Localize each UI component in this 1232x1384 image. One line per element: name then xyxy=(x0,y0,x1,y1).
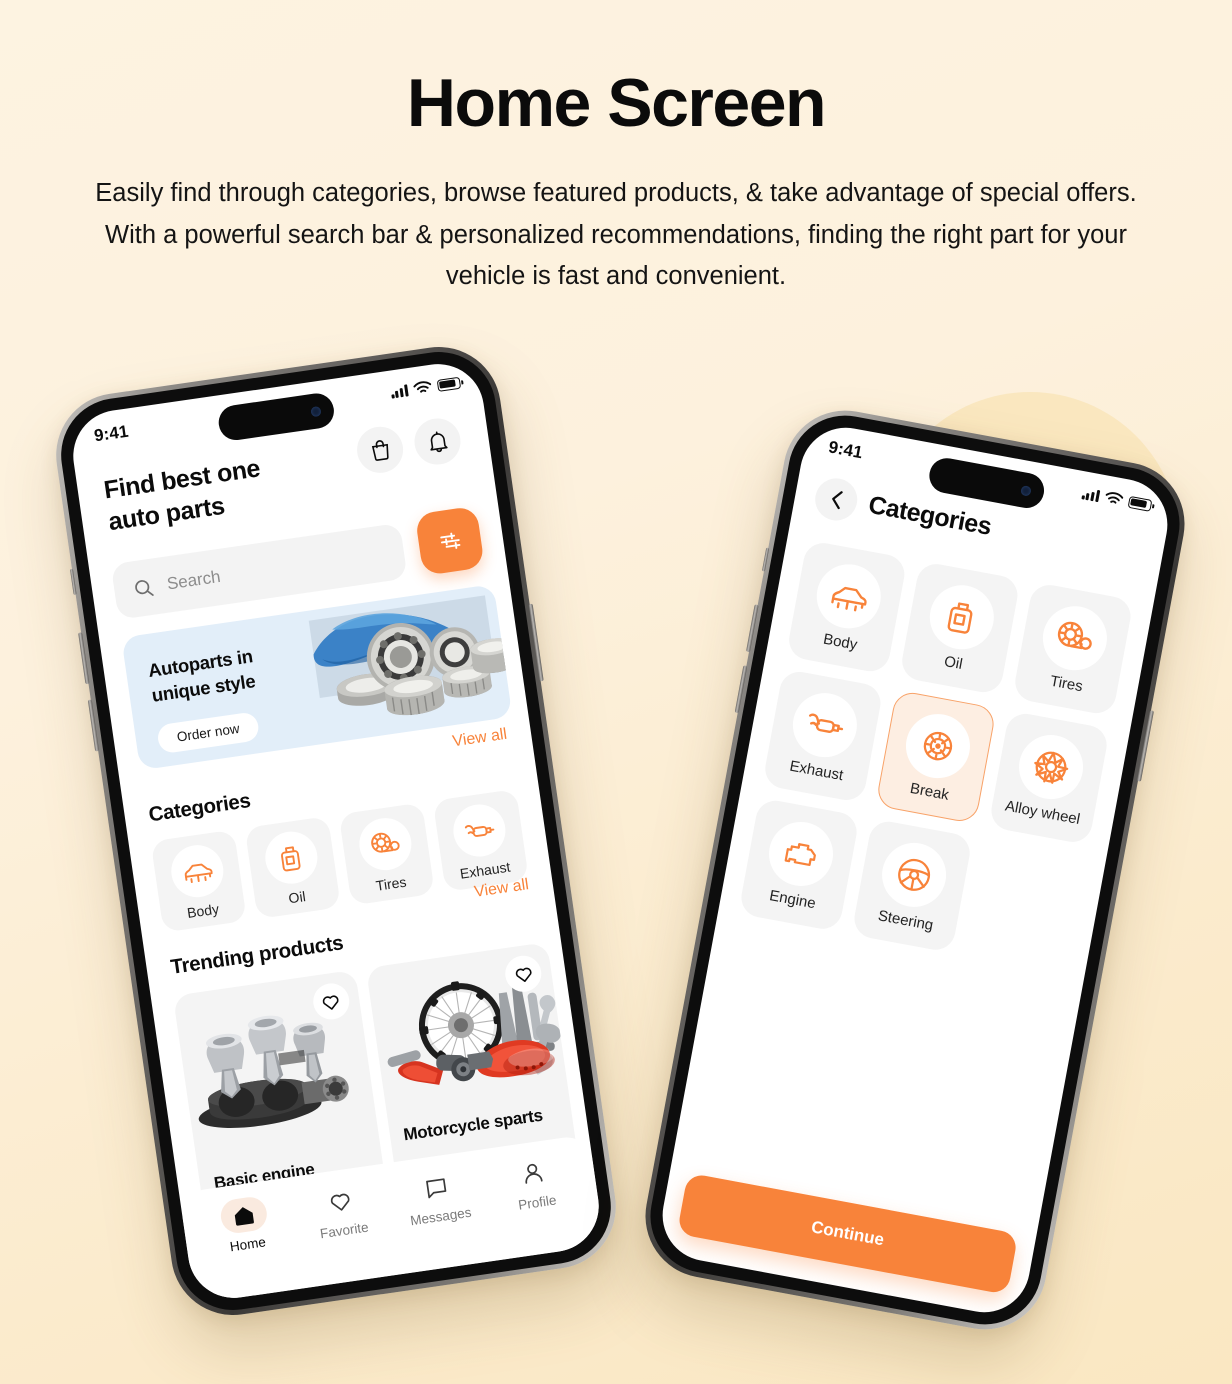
category-label: Tires xyxy=(1048,672,1085,695)
trending-section-title: Trending products xyxy=(169,931,345,979)
battery-icon xyxy=(1127,495,1153,512)
category-tile-steering[interactable]: Steering xyxy=(851,818,973,954)
engine-check-icon xyxy=(763,816,839,891)
tab-label: Favorite xyxy=(319,1219,370,1242)
category-label: Body xyxy=(186,900,220,921)
category-tile-body[interactable]: Body xyxy=(150,829,247,933)
bearings-image xyxy=(308,595,513,716)
exhaust-muffler-icon xyxy=(787,687,863,762)
category-tile-exhaust[interactable]: Exhaust xyxy=(761,668,884,804)
order-now-button[interactable]: Order now xyxy=(156,711,261,755)
tire-gauge-icon xyxy=(355,814,415,874)
category-label: Oil xyxy=(287,888,307,907)
heart-icon xyxy=(322,994,339,1010)
phone-mockup-categories: 9:41 Categories Body Oil Tires Exhaust B… xyxy=(635,400,1195,1340)
steering-wheel-icon xyxy=(876,837,952,912)
phone1-screen: 9:41 Find best one auto parts Search Aut… xyxy=(67,358,605,1304)
wifi-icon xyxy=(1105,492,1124,504)
back-button[interactable] xyxy=(811,474,861,524)
categories-section-title: Categories xyxy=(147,789,252,827)
categories-view-all-link[interactable]: View all xyxy=(451,726,508,752)
category-label: Body xyxy=(822,630,859,654)
shopping-bag-button[interactable] xyxy=(354,423,407,476)
phone1-heading: Find best one auto parts xyxy=(102,454,262,537)
tire-gauge-icon xyxy=(1037,600,1113,676)
category-tile-engine[interactable]: Engine xyxy=(738,797,860,933)
search-placeholder: Search xyxy=(165,566,222,594)
continue-button[interactable]: Continue xyxy=(676,1172,1019,1295)
oil-bottle-icon xyxy=(924,579,1000,655)
category-label: Exhaust xyxy=(458,858,512,882)
tab-label: Profile xyxy=(517,1192,558,1213)
tab-label: Home xyxy=(228,1234,267,1255)
category-label: Exhaust xyxy=(788,757,845,784)
category-label: Break xyxy=(908,779,951,804)
categories-grid: Body Oil Tires Exhaust Break Alloy wheel… xyxy=(738,539,1134,974)
oil-bottle-icon xyxy=(261,828,321,888)
battery-icon xyxy=(436,376,462,392)
home-icon xyxy=(218,1195,269,1236)
notifications-button[interactable] xyxy=(411,415,464,468)
category-tile-oil[interactable]: Oil xyxy=(244,816,341,920)
phone2-screen: 9:41 Categories Body Oil Tires Exhaust B… xyxy=(655,420,1175,1320)
category-label: Alloy wheel xyxy=(1003,797,1082,828)
chat-bubble-icon xyxy=(411,1167,461,1207)
tab-home[interactable]: Home xyxy=(193,1191,297,1258)
silent-switch[interactable] xyxy=(761,547,770,572)
category-tile-break[interactable]: Break xyxy=(875,689,997,825)
phone1-bezel: 9:41 Find best one auto parts Search Aut… xyxy=(53,344,619,1318)
tab-messages[interactable]: Messages xyxy=(386,1164,490,1231)
page-header: Home Screen Easily find through categori… xyxy=(0,0,1232,297)
filter-button[interactable] xyxy=(414,505,485,576)
category-label: Steering xyxy=(876,906,935,934)
category-tile-tires[interactable]: Tires xyxy=(1012,581,1134,717)
category-tile-exhaust[interactable]: Exhaust xyxy=(432,788,529,892)
product-name: Motorcycle sparts xyxy=(402,1105,544,1145)
tab-label: Messages xyxy=(409,1204,473,1229)
page-title: Home Screen xyxy=(406,65,827,141)
search-icon xyxy=(135,579,154,596)
status-time: 9:41 xyxy=(826,437,865,463)
chevron-left-icon xyxy=(831,491,843,510)
phone2-bezel: 9:41 Categories Body Oil Tires Exhaust B… xyxy=(641,406,1189,1334)
wifi-icon xyxy=(413,381,432,393)
category-label: Oil xyxy=(942,652,965,673)
status-icons xyxy=(1081,486,1153,512)
category-label: Engine xyxy=(768,886,818,912)
category-label: Tires xyxy=(374,873,408,894)
exhaust-muffler-icon xyxy=(449,801,509,860)
car-body-icon xyxy=(811,558,887,634)
category-tile-alloy-wheel[interactable]: Alloy wheel xyxy=(988,710,1110,846)
engine-pistons-image xyxy=(198,1015,349,1128)
tab-profile[interactable]: Profile xyxy=(482,1150,586,1217)
status-icons xyxy=(390,376,462,399)
phone-mockup-home: 9:41 Find best one auto parts Search Aut… xyxy=(47,338,625,1324)
category-tile-body[interactable]: Body xyxy=(785,539,908,675)
category-tile-tires[interactable]: Tires xyxy=(338,802,435,906)
car-body-icon xyxy=(167,841,227,901)
shopping-bag-icon xyxy=(371,440,389,461)
silent-switch[interactable] xyxy=(69,568,77,596)
tab-favorite[interactable]: Favorite xyxy=(289,1177,393,1244)
motorcycle-parts-image xyxy=(387,981,561,1085)
page-subtitle: Easily find through categories, browse f… xyxy=(95,179,1137,290)
cellular-bars-icon xyxy=(390,383,409,399)
filter-sliders-icon xyxy=(439,532,460,549)
alloy-wheel-icon xyxy=(1013,729,1089,804)
category-tile-oil[interactable]: Oil xyxy=(898,560,1021,696)
heart-icon xyxy=(515,967,531,982)
cellular-bars-icon xyxy=(1081,487,1101,502)
status-time: 9:41 xyxy=(92,421,130,446)
brake-disc-icon xyxy=(900,708,976,783)
bell-icon xyxy=(429,431,448,452)
banner-title: Autoparts in unique style xyxy=(146,645,257,706)
heart-icon xyxy=(315,1181,365,1221)
person-icon xyxy=(508,1153,558,1193)
